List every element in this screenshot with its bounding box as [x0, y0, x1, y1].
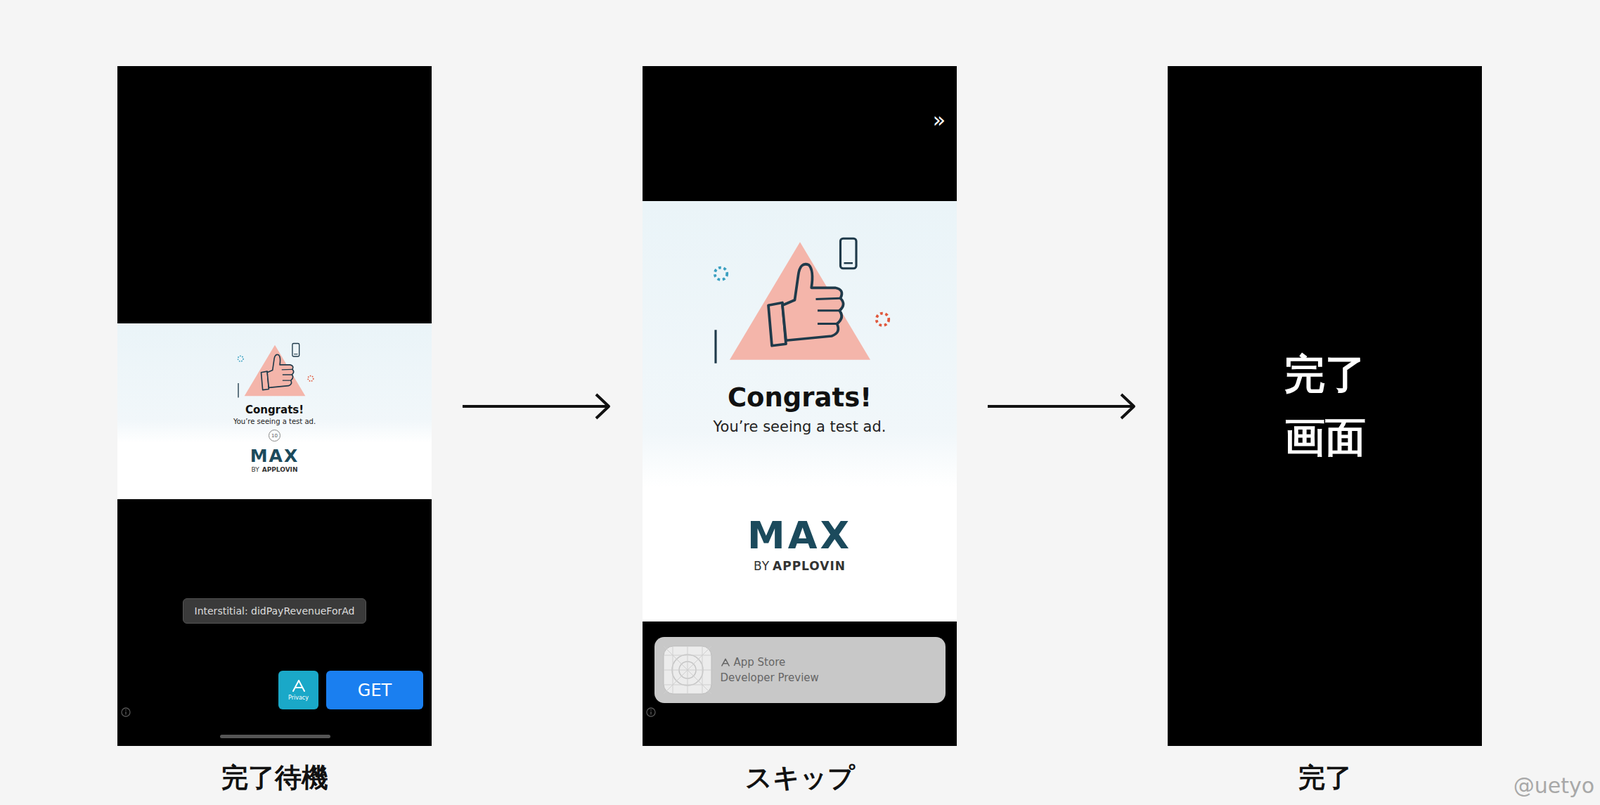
banner-text: App StoreDeveloper Preview [720, 655, 819, 685]
flow-row: Congrats!You’re seeing a test ad.10MAXBY… [117, 66, 1600, 796]
info-icon[interactable] [120, 707, 131, 718]
arrow-icon [987, 392, 1137, 421]
ad-subtitle: You’re seeing a test ad. [233, 417, 316, 426]
flow-diagram: Congrats!You’re seeing a test ad.10MAXBY… [0, 0, 1600, 805]
info-icon[interactable] [646, 707, 656, 718]
arrow-icon [462, 392, 612, 421]
arrow [431, 66, 643, 746]
byline: BYAPPLOVIN [753, 558, 846, 573]
phone-screen: » Congrats! You’re seeing a test ad. MAX BYA… [642, 66, 957, 746]
toast: Interstitial: didPayRevenueForAd [182, 598, 367, 624]
byline: BYAPPLOVIN [250, 466, 298, 474]
stage-label: 完了待機 [221, 759, 329, 796]
phone-screen: 完了画面 [1167, 66, 1482, 746]
phone-bottom: App StoreDeveloper Preview [642, 621, 957, 746]
stage-label: スキップ [745, 759, 855, 796]
watermark: @uetyo [1513, 773, 1595, 798]
stage: 完了画面完了 [1167, 66, 1482, 796]
cta-row: PrivacyGET [117, 670, 432, 710]
ad-title: Congrats! [245, 403, 304, 417]
phone-bottom: Interstitial: didPayRevenueForAd PrivacyG… [117, 499, 432, 746]
thumbs-up-icon [229, 341, 321, 400]
stage: Congrats!You’re seeing a test ad. 10 MAXBY… [117, 66, 432, 796]
home-indicator [220, 734, 331, 739]
arrow [956, 66, 1168, 746]
app-store-icon [720, 657, 731, 668]
get-button[interactable]: GET [326, 670, 424, 710]
countdown-badge: 10 [268, 429, 281, 442]
done-screen-text: 完了画面 [1167, 66, 1482, 746]
ad-title: Congrats! [727, 382, 872, 413]
ad-card[interactable]: Congrats! You’re seeing a test ad. MAX BYAP… [642, 201, 957, 622]
app-store-banner[interactable]: App StoreDeveloper Preview [654, 636, 946, 703]
phone-top: » [642, 66, 957, 202]
ad-subtitle: You’re seeing a test ad. [713, 418, 887, 436]
ad-card[interactable]: Congrats!You’re seeing a test ad. 10 MAXBY… [117, 323, 432, 500]
skip-button[interactable]: » [932, 109, 946, 131]
app-placeholder-icon [662, 645, 713, 695]
stage: » Congrats! You’re seeing a test ad. MAX BYA… [642, 66, 957, 796]
privacy-button[interactable]: Privacy [278, 670, 319, 710]
max-logo: MAX [747, 516, 853, 555]
max-logo: MAX [250, 447, 300, 465]
thumbs-up-icon [694, 234, 906, 367]
stage-label: 完了 [1298, 759, 1352, 796]
phone-top [117, 66, 432, 324]
phone-screen: Congrats!You’re seeing a test ad. 10 MAXBY… [117, 66, 432, 746]
app-store-icon [291, 679, 307, 694]
